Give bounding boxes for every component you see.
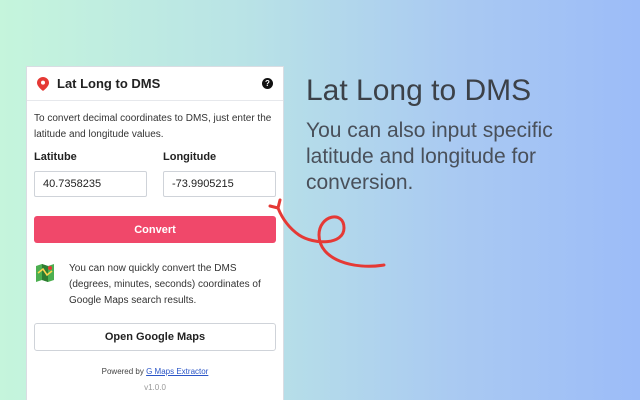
notice-text: You can now quickly convert the DMS (deg… [69, 263, 261, 306]
promo-subtext: You can also input specific latitude and… [306, 119, 553, 194]
curved-arrow-icon [268, 198, 386, 268]
powered-by: Powered by G Maps Extractor [27, 367, 283, 376]
map-pin-icon [37, 76, 49, 91]
version-text: v1.0.0 [144, 383, 166, 392]
longitude-label: Longitude [163, 151, 217, 163]
latitude-label: Latitube [34, 151, 77, 163]
intro-text: To convert decimal coordinates to DMS, j… [34, 113, 272, 140]
g-maps-extractor-link[interactable]: G Maps Extractor [146, 367, 208, 376]
popup-header: Lat Long to DMS ? [27, 67, 283, 101]
map-icon [36, 264, 54, 282]
promo-headline: Lat Long to DMS [306, 74, 532, 107]
powered-by-label: Powered by [101, 367, 144, 376]
convert-button[interactable]: Convert [34, 216, 276, 243]
longitude-input[interactable] [163, 171, 276, 197]
latitude-input[interactable] [34, 171, 147, 197]
help-icon[interactable]: ? [262, 78, 273, 89]
extension-popup: Lat Long to DMS ? To convert decimal coo… [26, 66, 284, 400]
popup-title: Lat Long to DMS [57, 76, 161, 91]
open-google-maps-button[interactable]: Open Google Maps [34, 323, 276, 351]
